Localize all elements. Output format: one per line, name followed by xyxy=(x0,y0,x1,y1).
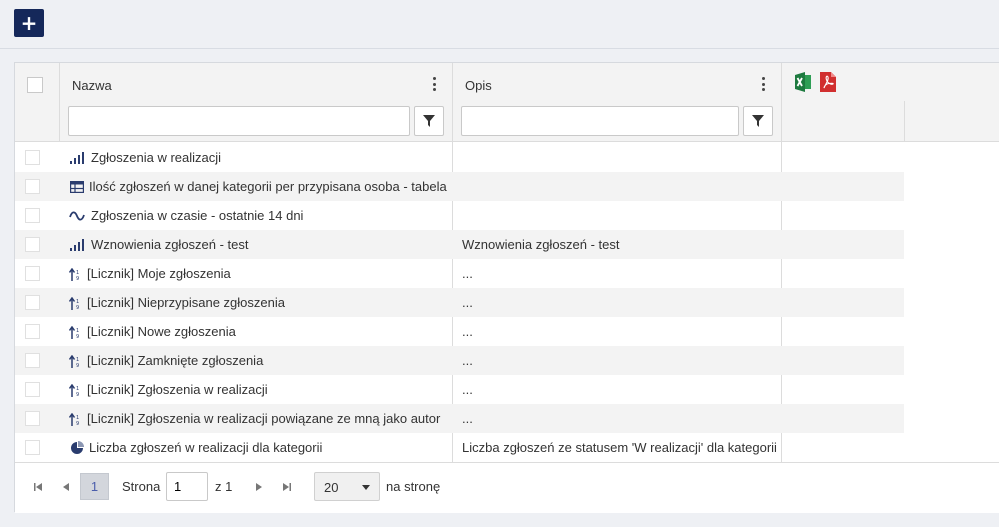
row-name: [Licznik] Zgłoszenia w realizacji xyxy=(87,382,268,397)
svg-text:9: 9 xyxy=(76,305,79,310)
row-description: ... xyxy=(462,353,473,368)
row-name: Wznowienia zgłoszeń - test xyxy=(91,237,249,252)
row-name: Zgłoszenia w realizacji xyxy=(91,150,222,165)
column-menu-icon[interactable] xyxy=(428,75,440,93)
row-checkbox[interactable] xyxy=(25,295,40,310)
row-name: [Licznik] Moje zgłoszenia xyxy=(87,266,231,281)
row-checkbox[interactable] xyxy=(25,179,40,194)
row-description: ... xyxy=(462,324,473,339)
row-checkbox[interactable] xyxy=(25,324,40,339)
table-icon xyxy=(69,179,85,195)
row-name: Liczba zgłoszeń w realizacji dla kategor… xyxy=(89,440,323,455)
description-filter-input[interactable] xyxy=(461,106,739,136)
row-description: Wznowienia zgłoszeń - test xyxy=(462,237,620,252)
table-row[interactable]: Ilość zgłoszeń w danej kategorii per prz… xyxy=(15,172,904,201)
bar-chart-icon xyxy=(69,237,85,253)
name-filter-input[interactable] xyxy=(68,106,410,136)
pie-chart-icon xyxy=(69,440,85,456)
counter-icon: 19 xyxy=(67,411,83,427)
table-row[interactable]: 19 [Licznik] Zgłoszenia w realizacji ... xyxy=(15,375,904,404)
grid-header: Nazwa Opis xyxy=(15,63,999,142)
svg-text:9: 9 xyxy=(76,363,79,368)
counter-icon: 19 xyxy=(67,324,83,340)
row-checkbox[interactable] xyxy=(25,208,40,223)
svg-text:9: 9 xyxy=(76,276,79,281)
page-label: Strona xyxy=(122,479,161,494)
table-row[interactable]: 19 [Licznik] Nowe zgłoszenia ... xyxy=(15,317,904,346)
column-menu-icon[interactable] xyxy=(757,75,769,93)
row-checkbox[interactable] xyxy=(25,150,40,165)
row-checkbox[interactable] xyxy=(25,382,40,397)
pagination-bar: 1 Strona z 1 20 na stronę xyxy=(15,462,999,513)
page-size-select[interactable]: 20 xyxy=(314,472,380,501)
next-page-icon[interactable] xyxy=(252,480,266,494)
row-name: [Licznik] Zgłoszenia w realizacji powiąz… xyxy=(87,411,441,426)
row-name: [Licznik] Nieprzypisane zgłoszenia xyxy=(87,295,285,310)
per-page-label: na stronę xyxy=(386,479,441,494)
row-name: Ilość zgłoszeń w danej kategorii per prz… xyxy=(89,179,447,194)
row-name: [Licznik] Zamknięte zgłoszenia xyxy=(87,353,264,368)
column-header-nazwa[interactable]: Nazwa xyxy=(72,78,112,93)
counter-icon: 19 xyxy=(67,266,83,282)
add-button[interactable]: + xyxy=(14,9,44,37)
line-chart-icon xyxy=(69,208,85,224)
svg-text:9: 9 xyxy=(76,392,79,397)
svg-text:9: 9 xyxy=(76,334,79,339)
row-description: ... xyxy=(462,382,473,397)
row-checkbox[interactable] xyxy=(25,237,40,252)
row-checkbox[interactable] xyxy=(25,440,40,455)
table-row[interactable]: 19 [Licznik] Moje zgłoszenia ... xyxy=(15,259,904,288)
row-name: [Licznik] Nowe zgłoszenia xyxy=(87,324,236,339)
table-row[interactable]: 19 [Licznik] Zamknięte zgłoszenia ... xyxy=(15,346,904,375)
table-row[interactable]: Wznowienia zgłoszeń - test Wznowienia zg… xyxy=(15,230,904,259)
first-page-icon[interactable] xyxy=(31,480,45,494)
last-page-icon[interactable] xyxy=(280,480,294,494)
previous-page-icon[interactable] xyxy=(59,480,73,494)
page-number-input[interactable] xyxy=(166,472,208,501)
column-header-opis[interactable]: Opis xyxy=(465,78,492,93)
toolbar-divider xyxy=(0,48,999,49)
report-grid: Nazwa Opis Zgłoszenia w realizacji Ilość… xyxy=(14,62,999,513)
column-divider xyxy=(59,63,60,142)
column-divider xyxy=(904,101,905,142)
excel-export-icon[interactable] xyxy=(795,72,811,95)
funnel-icon xyxy=(752,115,764,127)
chevron-down-icon xyxy=(362,485,370,490)
table-row[interactable]: 19 [Licznik] Zgłoszenia w realizacji pow… xyxy=(15,404,904,433)
counter-icon: 19 xyxy=(67,382,83,398)
svg-text:9: 9 xyxy=(76,421,79,426)
row-checkbox[interactable] xyxy=(25,411,40,426)
row-checkbox[interactable] xyxy=(25,266,40,281)
current-page-button[interactable]: 1 xyxy=(80,473,109,500)
funnel-icon xyxy=(423,115,435,127)
row-description: ... xyxy=(462,411,473,426)
description-filter-button[interactable] xyxy=(743,106,773,136)
name-filter-button[interactable] xyxy=(414,106,444,136)
row-name: Zgłoszenia w czasie - ostatnie 14 dni xyxy=(91,208,304,223)
bar-chart-icon xyxy=(69,150,85,166)
page-size-value: 20 xyxy=(324,480,339,495)
table-row[interactable]: Liczba zgłoszeń w realizacji dla kategor… xyxy=(15,433,904,462)
select-all-checkbox[interactable] xyxy=(27,77,43,93)
table-row[interactable]: 19 [Licznik] Nieprzypisane zgłoszenia ..… xyxy=(15,288,904,317)
row-description: ... xyxy=(462,295,473,310)
pdf-export-icon[interactable] xyxy=(820,72,836,95)
page-total-label: z 1 xyxy=(215,479,233,494)
row-description: ... xyxy=(462,266,473,281)
row-checkbox[interactable] xyxy=(25,353,40,368)
row-description: Liczba zgłoszeń ze statusem 'W realizacj… xyxy=(462,440,777,455)
table-row[interactable]: Zgłoszenia w realizacji xyxy=(15,143,904,172)
counter-icon: 19 xyxy=(67,295,83,311)
counter-icon: 19 xyxy=(67,353,83,369)
table-row[interactable]: Zgłoszenia w czasie - ostatnie 14 dni xyxy=(15,201,904,230)
